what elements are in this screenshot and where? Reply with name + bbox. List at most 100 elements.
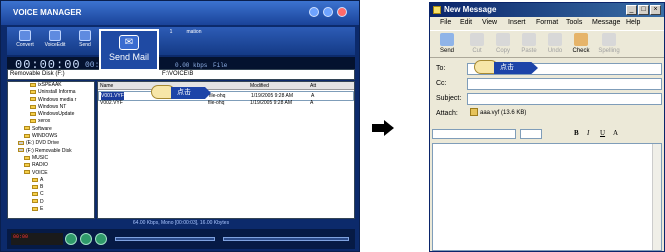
copy-button[interactable]: Copy bbox=[490, 33, 516, 54]
tree-item[interactable]: (F:) Removable Disk bbox=[8, 148, 94, 155]
voice-edit-button[interactable]: VoiceEdit bbox=[41, 29, 69, 53]
cc-label[interactable]: Cc: bbox=[436, 80, 447, 87]
tree-item[interactable]: ixSPEAAK bbox=[8, 82, 94, 89]
tree-item[interactable]: A bbox=[8, 177, 94, 184]
tree-item[interactable]: WINDOWS bbox=[8, 133, 94, 140]
maximize-button[interactable] bbox=[323, 7, 333, 17]
menu-view[interactable]: View bbox=[482, 17, 497, 29]
send-button[interactable]: Send bbox=[434, 33, 460, 54]
tree-item[interactable]: WindowsUpdate bbox=[8, 111, 94, 118]
underline-button[interactable]: U bbox=[600, 129, 605, 137]
drive-icon bbox=[18, 141, 24, 146]
minimize-button[interactable] bbox=[309, 7, 319, 17]
information-button[interactable]: mation bbox=[177, 29, 211, 53]
tree-label: E bbox=[40, 206, 44, 213]
menu-tools[interactable]: Tools bbox=[566, 17, 582, 29]
message-title-bar: New Message _ □ × bbox=[430, 3, 664, 17]
file-row[interactable]: V002.VYF file-ohq 1/19/2005 9:28 AM A bbox=[98, 99, 354, 107]
app-title: VOICE MANAGER bbox=[13, 8, 82, 17]
tree-item[interactable]: Windows media r bbox=[8, 97, 94, 104]
paste-icon bbox=[522, 33, 536, 46]
tree-item[interactable]: E bbox=[8, 206, 94, 213]
tree-item[interactable]: Windows NT bbox=[8, 104, 94, 111]
message-body[interactable] bbox=[432, 143, 662, 251]
tree-label: Uninstall Informa bbox=[38, 89, 76, 96]
pause-button[interactable] bbox=[80, 233, 92, 245]
attachment[interactable]: aaa.vyf (13.6 KB) bbox=[467, 108, 662, 120]
stop-button[interactable] bbox=[95, 233, 107, 245]
menu-format[interactable]: Format bbox=[536, 17, 558, 29]
bold-button[interactable]: B bbox=[574, 129, 579, 137]
tree-item[interactable]: xerox bbox=[8, 118, 94, 125]
paste-button[interactable]: Paste bbox=[516, 33, 542, 54]
tree-item[interactable]: Software bbox=[8, 126, 94, 133]
tree-item[interactable]: RADIO bbox=[8, 162, 94, 169]
tree-item[interactable]: C bbox=[8, 191, 94, 198]
check-label: Check bbox=[572, 48, 590, 54]
send-icon bbox=[440, 33, 454, 46]
minimize-button[interactable]: _ bbox=[626, 5, 637, 15]
cut-button[interactable]: Cut bbox=[464, 33, 490, 54]
send-mail-icon: ✉ bbox=[119, 35, 139, 50]
position-slider[interactable] bbox=[115, 237, 215, 241]
size-select[interactable] bbox=[520, 129, 542, 139]
send-button[interactable]: Send bbox=[71, 29, 99, 53]
undo-button[interactable]: Undo bbox=[542, 33, 568, 54]
vertical-scrollbar[interactable] bbox=[652, 144, 661, 250]
message-icon bbox=[433, 6, 441, 14]
spelling-label: Spelling bbox=[598, 48, 620, 54]
send-mail-popup[interactable]: ✉ Send Mail bbox=[99, 29, 159, 71]
subject-field[interactable] bbox=[467, 93, 662, 105]
tree-label: WINDOWS bbox=[32, 133, 58, 140]
to-row: To: bbox=[430, 62, 664, 76]
folder-tree[interactable]: ixSPEAAK Uninstall Informa Windows media… bbox=[7, 81, 95, 219]
tree-item[interactable]: Uninstall Informa bbox=[8, 89, 94, 96]
file-readout: File bbox=[213, 62, 228, 69]
volume-slider[interactable] bbox=[223, 237, 349, 241]
subject-label: Subject: bbox=[436, 95, 462, 102]
voice-edit-icon bbox=[49, 30, 61, 41]
folder-icon bbox=[32, 177, 38, 182]
tree-item[interactable]: B bbox=[8, 184, 94, 191]
file-list[interactable]: Name Modified Att V001.VYF file-ohq 1/19… bbox=[97, 81, 355, 219]
status-bar: 64.00 Kbps, Mono [00:00:03], 16.00 Kbyte… bbox=[132, 220, 230, 226]
copy-icon bbox=[496, 33, 510, 46]
tree-label: Windows NT bbox=[38, 103, 67, 110]
cut-icon bbox=[470, 33, 484, 46]
copy-label: Copy bbox=[495, 48, 510, 54]
font-select[interactable] bbox=[432, 129, 516, 139]
paste-label: Paste bbox=[521, 48, 537, 54]
format-bar: B I U A bbox=[430, 127, 664, 141]
title-bar: VOICE MANAGER bbox=[1, 1, 359, 25]
menu-edit[interactable]: Edit bbox=[460, 17, 472, 29]
menu-file[interactable]: File bbox=[440, 17, 451, 29]
attach-row: Attach: aaa.vyf (13.6 KB) bbox=[430, 107, 664, 121]
tree-item[interactable]: D bbox=[8, 199, 94, 206]
to-label[interactable]: To: bbox=[436, 65, 445, 72]
tree-item[interactable]: VOICE bbox=[8, 170, 94, 177]
close-button[interactable] bbox=[337, 7, 347, 17]
column-modified[interactable]: Modified bbox=[250, 82, 269, 90]
toolbar-label-4: 1 bbox=[169, 29, 173, 35]
menu-insert[interactable]: Insert bbox=[508, 17, 526, 29]
italic-button[interactable]: I bbox=[587, 129, 589, 137]
play-button[interactable] bbox=[65, 233, 77, 245]
check-button[interactable]: Check bbox=[568, 33, 594, 54]
maximize-button[interactable]: □ bbox=[638, 5, 649, 15]
convert-icon bbox=[19, 30, 31, 41]
spelling-button[interactable]: Spelling bbox=[596, 33, 622, 54]
tree-label: Windows media r bbox=[38, 96, 77, 103]
cc-field[interactable] bbox=[467, 78, 662, 90]
font-color-button[interactable]: A bbox=[613, 129, 618, 137]
menu-message[interactable]: Message bbox=[592, 17, 620, 29]
menu-help[interactable]: Help bbox=[626, 17, 640, 29]
drive-select[interactable]: Removable Disk (F:) bbox=[10, 71, 65, 77]
column-name[interactable]: Name bbox=[100, 82, 113, 90]
tree-item[interactable]: MUSIC bbox=[8, 155, 94, 162]
new-message-window: New Message _ □ × File Edit View Insert … bbox=[429, 2, 665, 252]
list-header: Name Modified Att bbox=[98, 82, 354, 90]
close-button[interactable]: × bbox=[650, 5, 661, 15]
convert-button[interactable]: Convert bbox=[11, 29, 39, 53]
column-attr[interactable]: Att bbox=[310, 82, 316, 90]
tree-item[interactable]: (E:) DVD Drive bbox=[8, 140, 94, 147]
